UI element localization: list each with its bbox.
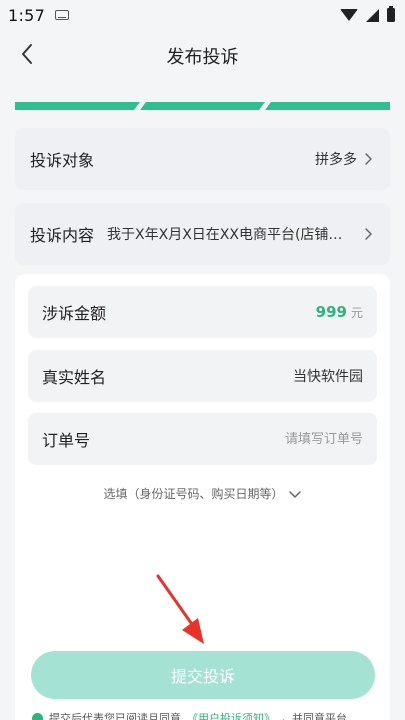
real-name-label: 真实姓名 <box>42 368 107 387</box>
optional-fields-label: 选填（身份证号码、购买日期等） <box>103 487 284 501</box>
submit-complaint-button[interactable]: 提交投诉 <box>31 651 375 699</box>
progress-step-1 <box>15 102 140 110</box>
chevron-right-icon <box>361 227 375 241</box>
agreement-link[interactable]: 《用户投诉须知》 <box>187 711 275 720</box>
complaint-target-label: 投诉对象 <box>30 151 95 170</box>
chevron-down-icon <box>288 487 302 501</box>
keyboard-icon <box>55 10 70 20</box>
status-icons <box>340 6 395 22</box>
complaint-content-row[interactable]: 投诉内容 我于X年X月X日在XX电商平台(店铺… <box>15 203 390 265</box>
amount-label: 涉诉金额 <box>42 304 107 323</box>
optional-fields-toggle[interactable]: 选填（身份证号码、购买日期等） <box>15 485 390 502</box>
status-bar: 1:57 <box>0 0 405 30</box>
agreement-checkbox[interactable] <box>32 712 43 720</box>
complaint-target-row[interactable]: 投诉对象 拼多多 <box>15 128 390 190</box>
header: 发布投诉 <box>0 30 405 80</box>
progress-step-2 <box>140 102 265 110</box>
real-name-field[interactable]: 真实姓名 当快软件园 <box>28 350 377 402</box>
cellular-signal-icon <box>366 8 379 22</box>
battery-icon <box>387 6 395 22</box>
progress-step-3 <box>265 102 390 110</box>
page-title: 发布投诉 <box>166 47 239 68</box>
complaint-content-label: 投诉内容 <box>30 226 95 245</box>
status-time: 1:57 <box>8 5 46 25</box>
complaint-target-value: 拼多多 <box>315 152 357 168</box>
real-name-value: 当快软件园 <box>293 369 363 385</box>
agreement-notice: 提交后代表您已阅读且同意 《用户投诉须知》 ，并同意平台 <box>32 711 392 720</box>
order-number-field: 订单号 <box>28 413 377 465</box>
wifi-icon <box>340 9 358 21</box>
order-number-label: 订单号 <box>42 431 91 450</box>
chevron-right-icon <box>361 152 375 166</box>
agreement-suffix: ，并同意平台 <box>281 712 347 720</box>
complaint-content-value: 我于X年X月X日在XX电商平台(店铺… <box>107 227 343 243</box>
annotation-arrow-icon <box>156 574 204 644</box>
step-progress-indicator <box>15 102 390 110</box>
amount-unit: 元 <box>350 306 363 320</box>
amount-field[interactable]: 涉诉金额 999 元 <box>28 286 377 338</box>
agreement-prefix: 提交后代表您已阅读且同意 <box>49 712 181 720</box>
amount-value: 999 <box>315 303 347 321</box>
order-number-input[interactable] <box>163 431 363 447</box>
